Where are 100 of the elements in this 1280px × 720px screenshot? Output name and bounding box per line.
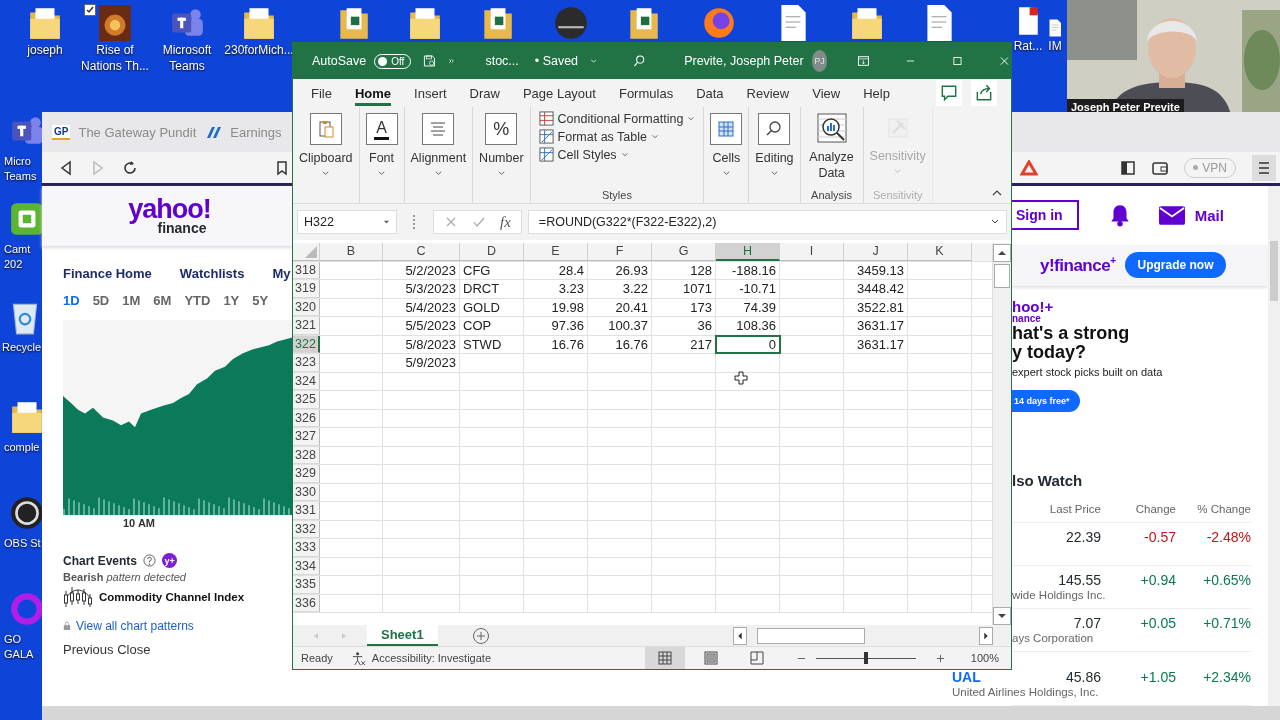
ribbon-tab[interactable]: View — [812, 80, 841, 106]
table-cell[interactable]: 5/8/2023 — [383, 335, 460, 353]
table-cell[interactable]: 217 — [652, 335, 716, 353]
row-header[interactable]: 329 — [293, 465, 320, 483]
table-cell[interactable]: 74.39 — [716, 298, 780, 316]
row-header[interactable]: 331 — [293, 502, 320, 520]
wallet-icon[interactable] — [1152, 159, 1169, 176]
column-header[interactable]: C — [383, 243, 460, 261]
mail-icon[interactable] — [1158, 205, 1185, 225]
save-icon[interactable] — [423, 52, 437, 70]
ribbon-tab[interactable]: Formulas — [618, 80, 674, 106]
checkbox[interactable] — [84, 4, 96, 16]
table-cell[interactable]: 20.41 — [588, 298, 652, 316]
app-icon[interactable] — [554, 4, 588, 42]
table-cell[interactable]: 5/4/2023 — [383, 298, 460, 316]
table-cell[interactable]: 0 — [716, 335, 780, 353]
caret-icon[interactable] — [383, 218, 390, 226]
table-cell[interactable]: 128 — [652, 261, 716, 279]
scrollbar[interactable] — [992, 243, 1011, 625]
browser-tab[interactable]: GP The Gateway Pundit — [52, 117, 197, 147]
ribbon-tab[interactable]: Page Layout — [522, 80, 596, 106]
scroll-down-icon[interactable] — [993, 607, 1011, 625]
normal-view-button[interactable] — [644, 647, 685, 669]
nav-link[interactable]: My — [272, 266, 291, 281]
table-cell[interactable]: DRCT — [460, 280, 524, 298]
trial-button[interactable]: 14 days free* — [1012, 389, 1080, 412]
scrollbar[interactable] — [733, 626, 993, 645]
period-tab[interactable]: 1D — [63, 293, 80, 308]
mail-link[interactable]: Mail — [1194, 206, 1224, 224]
logo-subtext[interactable]: finance — [157, 221, 207, 235]
reload-icon[interactable] — [122, 159, 138, 176]
table-cell[interactable]: 26.93 — [588, 261, 652, 279]
table-cell[interactable]: STWD — [460, 335, 524, 353]
table-cell[interactable]: 5/9/2023 — [383, 354, 460, 372]
table-cell[interactable]: -10.71 — [716, 280, 780, 298]
ribbon-button[interactable]: Cell Styles — [538, 147, 629, 162]
table-cell[interactable]: 108.36 — [716, 317, 780, 335]
table-cell[interactable]: 28.4 — [524, 261, 588, 279]
table-cell[interactable]: 19.98 — [524, 298, 588, 316]
row-header[interactable]: 335 — [293, 576, 320, 594]
table-cell[interactable]: 36 — [652, 317, 716, 335]
ribbon-tab[interactable]: Help — [863, 80, 890, 106]
zoom-in-icon[interactable] — [935, 653, 945, 663]
table-cell[interactable]: 3522.81 — [844, 298, 908, 316]
comment-icon[interactable] — [936, 80, 962, 106]
table-cell[interactable]: -188.16 — [716, 261, 780, 279]
period-tab[interactable]: 5D — [92, 293, 110, 308]
ribbon-tab[interactable]: Insert — [414, 80, 447, 106]
share-icon[interactable] — [971, 80, 997, 106]
table-cell[interactable]: COP — [460, 317, 524, 335]
zoom-level[interactable]: 100% — [970, 652, 999, 664]
accessibility-icon[interactable] — [350, 650, 366, 666]
sheet-tab[interactable]: Sheet1 — [367, 625, 438, 646]
column-header[interactable]: K — [908, 243, 972, 261]
document-icon[interactable] — [1047, 18, 1063, 38]
table-cell[interactable]: 3631.17 — [844, 317, 908, 335]
column-header[interactable]: D — [460, 243, 524, 261]
ring-icon[interactable] — [10, 590, 44, 628]
table-cell[interactable]: 3631.17 — [844, 335, 908, 353]
period-tab[interactable]: 6M — [153, 293, 172, 308]
file-name[interactable]: stoc... — [485, 54, 519, 68]
table-cell[interactable]: 16.76 — [524, 335, 588, 353]
table-cell[interactable]: 3.23 — [524, 280, 588, 298]
bookmark-icon[interactable] — [274, 159, 290, 176]
period-tab[interactable]: YTD — [184, 293, 211, 308]
bell-icon[interactable] — [1108, 203, 1131, 228]
table-cell[interactable]: 173 — [652, 298, 716, 316]
scroll-thumb[interactable] — [994, 264, 1010, 288]
column-header[interactable]: F — [588, 243, 652, 261]
table-cell[interactable]: CFG — [460, 261, 524, 279]
forward-icon[interactable] — [90, 159, 106, 176]
add-sheet-button[interactable] — [471, 626, 490, 645]
period-tab[interactable]: 1M — [122, 293, 141, 308]
column-header[interactable]: I — [780, 243, 844, 261]
sidebar-icon[interactable] — [1120, 159, 1137, 176]
table-cell[interactable]: 3459.13 — [844, 261, 908, 279]
app-icon[interactable] — [98, 4, 132, 42]
scroll-left-icon[interactable] — [733, 626, 747, 645]
table-cell[interactable]: 16.76 — [588, 335, 652, 353]
scroll-thumb[interactable] — [757, 627, 865, 644]
accessibility-status[interactable]: Accessibility: Investigate — [371, 652, 491, 664]
triangle-logo-icon[interactable] — [1020, 159, 1039, 176]
nav-link[interactable]: Finance Home — [63, 266, 152, 281]
table-cell[interactable]: 5/5/2023 — [383, 317, 460, 335]
row-header[interactable]: 323 — [293, 354, 320, 372]
row-header[interactable]: 325 — [293, 391, 320, 409]
ribbon-tab[interactable]: Draw — [469, 80, 500, 106]
ribbon-button[interactable]: Editing — [755, 113, 794, 178]
scroll-right-icon[interactable] — [979, 626, 993, 645]
table-cell[interactable]: GOLD — [460, 298, 524, 316]
period-tab[interactable]: 5Y — [252, 293, 269, 308]
ribbon-button[interactable]: % Number — [479, 113, 524, 178]
ribbon-tab[interactable]: Review — [746, 80, 790, 106]
scrollbar[interactable] — [42, 706, 1280, 720]
ribbon-button[interactable]: A Font — [365, 113, 398, 178]
ribbon-tab[interactable]: File — [311, 80, 332, 106]
row-header[interactable]: 321 — [293, 317, 320, 335]
period-tab[interactable]: 1Y — [223, 293, 240, 308]
table-cell[interactable]: 3448.42 — [844, 280, 908, 298]
nav-link[interactable]: Watchlists — [179, 266, 245, 281]
